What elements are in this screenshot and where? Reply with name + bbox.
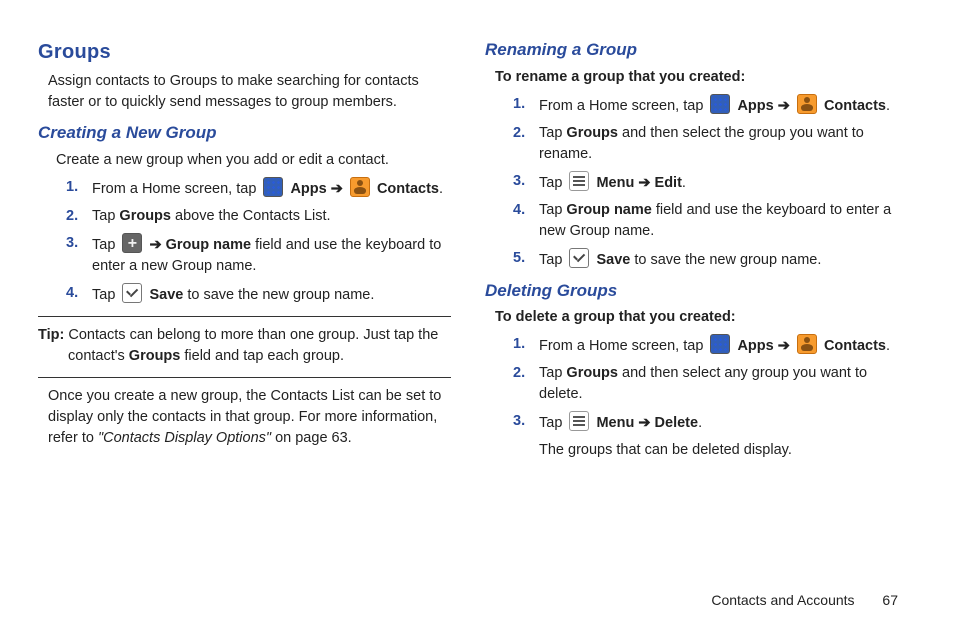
footer-section: Contacts and Accounts — [711, 592, 854, 608]
groups-label: Groups — [119, 208, 171, 224]
right-column: Renaming a Group To rename a group that … — [485, 38, 898, 468]
step-tail: The groups that can be deleted display. — [539, 440, 898, 461]
group-name-label: Group name — [566, 202, 651, 218]
period: . — [698, 415, 702, 431]
contacts-label: Contacts — [377, 181, 439, 197]
step-text: Tap — [539, 202, 566, 218]
plus-icon — [122, 233, 142, 253]
step-3: Tap Menu ➔ Delete. The groups that can b… — [513, 411, 898, 461]
deleting-steps: From a Home screen, tap Apps ➔ Contacts.… — [513, 334, 898, 461]
heading-groups: Groups — [38, 38, 451, 67]
renaming-steps: From a Home screen, tap Apps ➔ Contacts.… — [513, 94, 898, 271]
contacts-icon — [350, 177, 370, 197]
contacts-icon — [797, 94, 817, 114]
menu-label: Menu — [596, 415, 634, 431]
step-text: From a Home screen, tap — [539, 98, 707, 114]
contacts-label: Contacts — [824, 98, 886, 114]
apps-label: Apps — [290, 181, 326, 197]
menu-icon — [569, 171, 589, 191]
save-label: Save — [596, 252, 630, 268]
rule-bottom — [38, 377, 451, 378]
apps-icon — [710, 94, 730, 114]
step-text: Tap — [539, 365, 566, 381]
step-4: Tap Group name field and use the keyboar… — [513, 200, 898, 242]
deleting-lead: To delete a group that you created: — [495, 307, 898, 328]
arrow-icon: ➔ — [638, 175, 650, 191]
apps-label: Apps — [737, 338, 773, 354]
step-text: From a Home screen, tap — [539, 338, 707, 354]
page-columns: Groups Assign contacts to Groups to make… — [38, 38, 898, 468]
tip-groups: Groups — [129, 348, 181, 364]
group-name-label: Group name — [166, 237, 251, 253]
step-text: Tap — [92, 287, 119, 303]
page-number: 67 — [882, 592, 898, 608]
step-5: Tap Save to save the new group name. — [513, 248, 898, 271]
step-3: Tap Menu ➔ Edit. — [513, 171, 898, 194]
heading-creating: Creating a New Group — [38, 121, 451, 146]
menu-label: Menu — [596, 175, 634, 191]
step-text: Tap — [539, 175, 566, 191]
page-footer: Contacts and Accounts 67 — [711, 590, 898, 610]
tip-block: Tip: Contacts can belong to more than on… — [38, 325, 451, 367]
step-text: to save the new group name. — [630, 252, 821, 268]
tip-label: Tip: — [38, 327, 64, 343]
apps-icon — [710, 334, 730, 354]
creating-steps: From a Home screen, tap Apps ➔ Contacts.… — [66, 177, 451, 306]
creating-desc: Create a new group when you add or edit … — [56, 150, 451, 171]
left-column: Groups Assign contacts to Groups to make… — [38, 38, 451, 468]
period: . — [886, 98, 890, 114]
step-4: Tap Save to save the new group name. — [66, 283, 451, 306]
arrow-icon: ➔ — [331, 181, 343, 197]
contacts-label: Contacts — [824, 338, 886, 354]
arrow-icon: ➔ — [778, 338, 790, 354]
period: . — [439, 181, 443, 197]
tip-text: field and tap each group. — [180, 348, 344, 364]
intro-text: Assign contacts to Groups to make search… — [48, 71, 451, 113]
step-2: Tap Groups and then select the group you… — [513, 123, 898, 165]
contacts-icon — [797, 334, 817, 354]
arrow-icon: ➔ — [149, 237, 161, 253]
delete-label: Delete — [655, 415, 699, 431]
step-text: above the Contacts List. — [171, 208, 331, 224]
step-text: Tap — [92, 208, 119, 224]
renaming-lead: To rename a group that you created: — [495, 67, 898, 88]
step-text: Tap — [539, 125, 566, 141]
step-text: From a Home screen, tap — [92, 181, 260, 197]
step-1: From a Home screen, tap Apps ➔ Contacts. — [513, 334, 898, 357]
check-icon — [569, 248, 589, 268]
step-1: From a Home screen, tap Apps ➔ Contacts. — [513, 94, 898, 117]
menu-icon — [569, 411, 589, 431]
step-2: Tap Groups and then select any group you… — [513, 363, 898, 405]
apps-icon — [263, 177, 283, 197]
rule-top — [38, 316, 451, 317]
after-tip-para: Once you create a new group, the Contact… — [48, 386, 451, 449]
step-1: From a Home screen, tap Apps ➔ Contacts. — [66, 177, 451, 200]
period: . — [886, 338, 890, 354]
groups-label: Groups — [566, 365, 618, 381]
step-2: Tap Groups above the Contacts List. — [66, 206, 451, 227]
arrow-icon: ➔ — [778, 98, 790, 114]
step-text: to save the new group name. — [183, 287, 374, 303]
step-text: Tap — [539, 415, 566, 431]
apps-label: Apps — [737, 98, 773, 114]
arrow-icon: ➔ — [638, 415, 650, 431]
para-text: on page 63. — [271, 430, 352, 446]
step-text: Tap — [539, 252, 566, 268]
step-text: field and use the keyboard to enter a ne… — [92, 237, 441, 274]
edit-label: Edit — [655, 175, 682, 191]
save-label: Save — [149, 287, 183, 303]
heading-deleting: Deleting Groups — [485, 279, 898, 304]
cross-ref: "Contacts Display Options" — [98, 430, 271, 446]
period: . — [682, 175, 686, 191]
check-icon — [122, 283, 142, 303]
heading-renaming: Renaming a Group — [485, 38, 898, 63]
step-text: Tap — [92, 237, 119, 253]
step-3: Tap ➔ Group name field and use the keybo… — [66, 233, 451, 277]
groups-label: Groups — [566, 125, 618, 141]
